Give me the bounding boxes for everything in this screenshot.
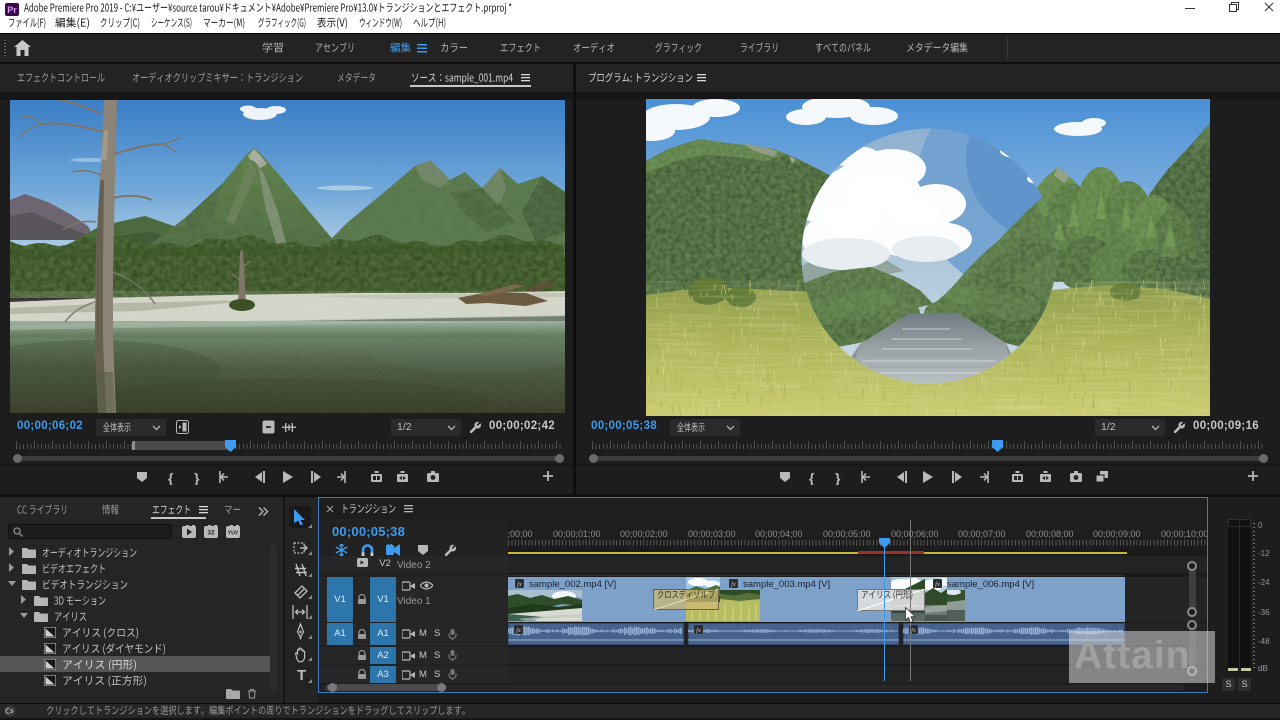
svg-text:fx: fx [731,581,736,588]
svg-text:fx: fx [517,581,522,588]
svg-text:fx: fx [696,627,701,634]
svg-text:fx: fx [516,627,521,634]
svg-text:fx: fx [935,581,940,588]
svg-text:}: } [835,471,841,485]
svg-text:{: { [809,471,815,485]
svg-text:fx: fx [911,627,916,634]
